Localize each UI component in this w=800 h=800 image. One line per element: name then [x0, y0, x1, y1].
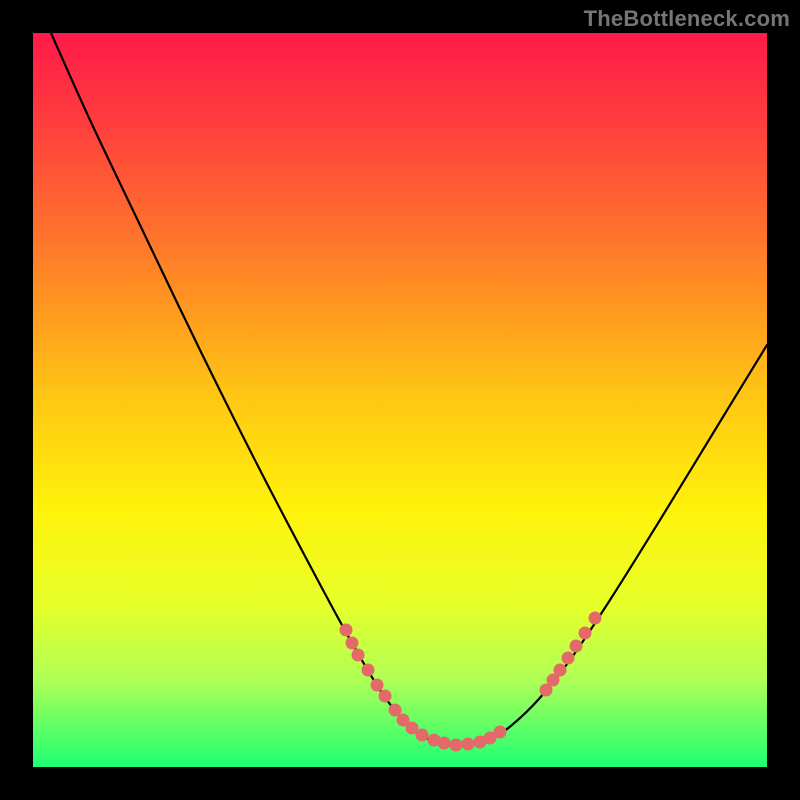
highlight-dot [494, 726, 507, 739]
highlight-dot [554, 664, 567, 677]
highlight-dot [589, 612, 602, 625]
highlight-dot [340, 624, 353, 637]
highlight-dot [379, 690, 392, 703]
bottleneck-curve [51, 33, 767, 746]
highlight-dot [416, 729, 429, 742]
highlight-dot [562, 652, 575, 665]
highlight-dots [340, 612, 602, 752]
highlight-dot [371, 679, 384, 692]
highlight-dot [362, 664, 375, 677]
chart-svg [0, 0, 800, 800]
highlight-dot [462, 738, 475, 751]
highlight-dot [352, 649, 365, 662]
highlight-dot [346, 637, 359, 650]
highlight-dot [579, 627, 592, 640]
highlight-dot [570, 640, 583, 653]
highlight-dot [450, 739, 463, 752]
highlight-dot [438, 737, 451, 750]
